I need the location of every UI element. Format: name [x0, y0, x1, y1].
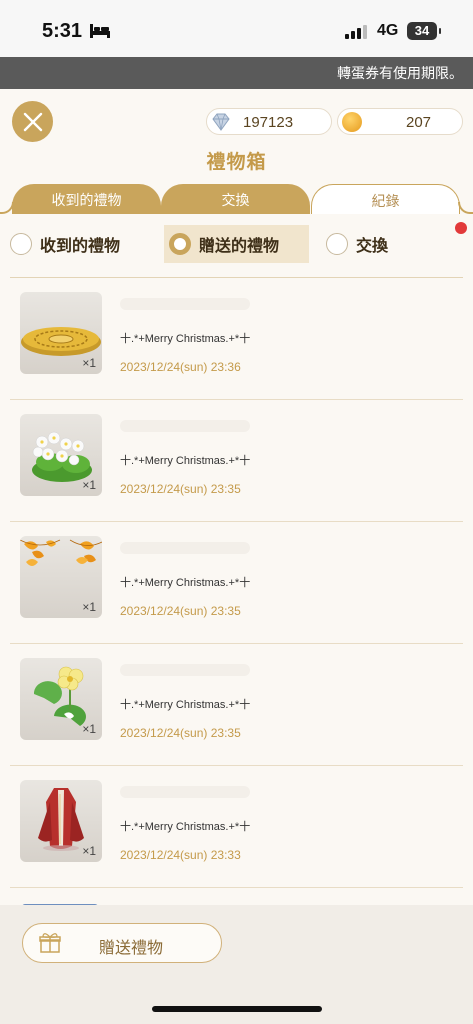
- item-quantity: ×1: [82, 478, 96, 492]
- gift-icon: [39, 933, 61, 953]
- recipient-placeholder: [120, 420, 250, 432]
- network-label: 4G: [377, 22, 399, 39]
- row-divider: [10, 886, 463, 888]
- golden-rug-icon: ×1: [20, 292, 102, 374]
- white-flower-bush-icon: ×1: [20, 414, 102, 496]
- item-quantity: ×1: [82, 600, 96, 614]
- filter-sent[interactable]: 贈送的禮物: [164, 225, 309, 263]
- filter-options: 收到的禮物 贈送的禮物 交換: [0, 225, 473, 265]
- gift-date: 2023/12/24(sun) 23:36: [120, 360, 241, 374]
- recipient-placeholder: [120, 664, 250, 676]
- notice-bar: 轉蛋券有使用期限。: [0, 57, 473, 89]
- gift-message: 十.*+Merry Christmas.+*十: [120, 577, 251, 589]
- list-item[interactable]: ×1 十.*+Merry Christmas.+*十 2023/12/24(su…: [0, 400, 473, 522]
- radio-icon: [10, 233, 32, 255]
- gift-date: 2023/12/24(sun) 23:35: [120, 604, 241, 618]
- gift-message: 十.*+Merry Christmas.+*十: [120, 699, 251, 711]
- list-item[interactable]: ×1 十.*+Merry Christmas.+*十 2023/12/24(su…: [0, 644, 473, 766]
- send-gift-label: 贈送禮物: [99, 940, 164, 957]
- send-gift-button[interactable]: 贈送禮物: [22, 923, 222, 963]
- yellow-flower-lilypad-icon: ×1: [20, 658, 102, 740]
- gift-date: 2023/12/24(sun) 23:33: [120, 848, 241, 862]
- page-title: 禮物箱: [206, 152, 267, 173]
- status-bar: 5:31 4G 34: [0, 0, 473, 57]
- diamond-balance: 197123: [206, 108, 332, 135]
- bottom-bar: 贈送禮物: [0, 905, 473, 1024]
- diamond-count: 197123: [243, 114, 294, 131]
- filter-exchange[interactable]: 交換: [326, 225, 388, 263]
- tab-record[interactable]: 紀錄: [311, 184, 460, 214]
- home-indicator: [152, 1006, 322, 1012]
- radio-icon: [326, 233, 348, 255]
- recipient-placeholder: [120, 298, 250, 310]
- close-icon: [23, 112, 42, 131]
- tab-received[interactable]: 收到的禮物: [12, 184, 161, 214]
- coin-icon: [342, 112, 362, 132]
- status-time: 5:31: [42, 20, 83, 42]
- bed-icon: [90, 24, 110, 38]
- recipient-placeholder: [120, 786, 250, 798]
- tab-bar: 收到的禮物 交換 紀錄: [0, 184, 473, 214]
- coin-balance: 207: [337, 108, 463, 135]
- filter-label: 贈送的禮物: [199, 238, 280, 255]
- gift-message: 十.*+Merry Christmas.+*十: [120, 455, 251, 467]
- item-quantity: ×1: [82, 722, 96, 736]
- filter-label: 交換: [356, 238, 389, 255]
- autumn-leaves-icon: ×1: [20, 536, 102, 618]
- item-quantity: ×1: [82, 844, 96, 858]
- gift-date: 2023/12/24(sun) 23:35: [120, 482, 241, 496]
- diamond-icon: [212, 113, 230, 131]
- radio-selected-icon: [169, 233, 191, 255]
- tab-exchange[interactable]: 交換: [161, 184, 310, 214]
- list-item[interactable]: ×1 十.*+Merry Christmas.+*十 2023/12/24(su…: [0, 766, 473, 888]
- item-quantity: ×1: [82, 356, 96, 370]
- gift-message: 十.*+Merry Christmas.+*十: [120, 821, 251, 833]
- filter-received[interactable]: 收到的禮物: [10, 225, 120, 263]
- gift-date: 2023/12/24(sun) 23:35: [120, 726, 241, 740]
- coin-count: 207: [406, 114, 432, 131]
- gift-message: 十.*+Merry Christmas.+*十: [120, 333, 251, 345]
- list-item[interactable]: ×1 十.*+Merry Christmas.+*十 2023/12/24(su…: [0, 522, 473, 644]
- filter-label: 收到的禮物: [40, 238, 121, 255]
- red-robe-icon: ×1: [20, 780, 102, 862]
- recipient-placeholder: [120, 542, 250, 554]
- battery-icon: 34: [407, 22, 441, 40]
- gift-box-panel: 197123 207 禮物箱 收到的禮物 交換 紀錄 收到的禮物 贈送的禮物 交…: [0, 89, 473, 910]
- signal-icon: [345, 25, 367, 39]
- close-button[interactable]: [12, 101, 53, 142]
- list-item[interactable]: ×1 十.*+Merry Christmas.+*十 2023/12/24(su…: [0, 278, 473, 400]
